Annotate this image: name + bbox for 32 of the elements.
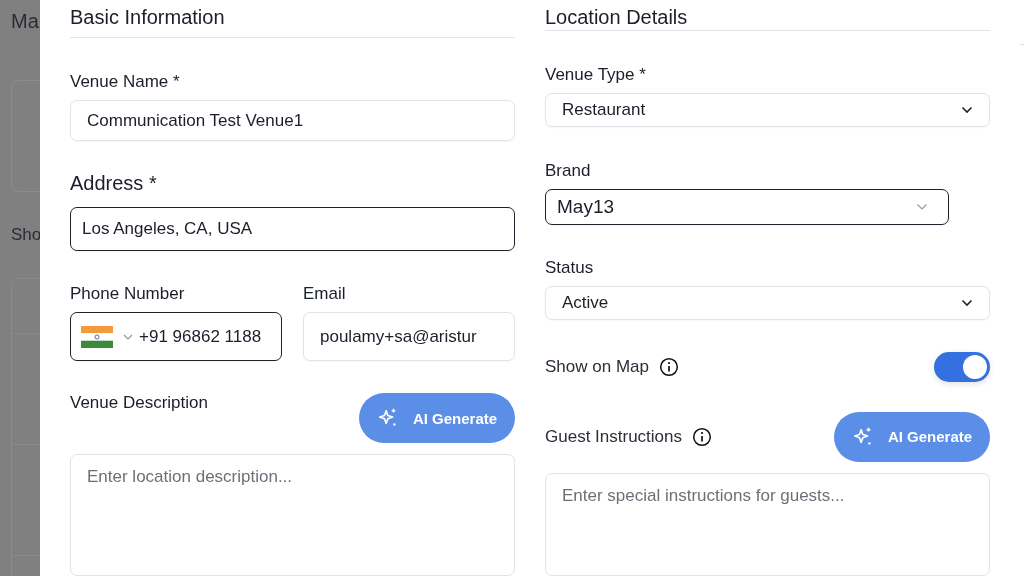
section-title: Basic Information xyxy=(70,6,225,29)
info-icon[interactable] xyxy=(658,356,679,377)
info-icon[interactable] xyxy=(692,426,712,447)
field-label: Guest Instructions xyxy=(545,426,682,447)
chevron-icon xyxy=(961,298,973,307)
field-label: Venue Type * xyxy=(545,64,646,85)
guest-instructions-field[interactable]: Enter special instructions for guests... xyxy=(545,472,990,576)
description-field[interactable]: Enter location description... xyxy=(70,454,515,576)
venue-type-select[interactable]: Restaurant xyxy=(545,92,990,127)
address-field[interactable]: Los Angeles, CA, USA xyxy=(70,207,515,252)
venue-name-field[interactable]: Communication Test Venue1 xyxy=(70,99,515,142)
chevron-icon xyxy=(916,202,928,211)
phone-field[interactable]: +91 96862 1188 xyxy=(70,312,282,362)
field-label: Show on Map xyxy=(545,356,649,377)
page-title: Ma xyxy=(11,10,39,33)
sparkle-icon xyxy=(851,425,874,448)
status-select[interactable]: Active xyxy=(545,285,990,320)
field-label: Venue Description xyxy=(70,393,208,414)
field-label: Brand xyxy=(545,160,591,181)
section-label: Sho xyxy=(11,225,40,245)
field-label: Email xyxy=(303,284,346,305)
chevron-icon xyxy=(961,105,973,114)
brand-select[interactable]: May13 xyxy=(545,188,949,225)
section-title: Location Details xyxy=(545,6,688,29)
field-label: Venue Name * xyxy=(70,71,180,92)
toggle-switch[interactable] xyxy=(934,351,990,382)
caret-icon xyxy=(123,333,133,340)
flag-icon[interactable] xyxy=(81,325,113,348)
field-label: Status xyxy=(545,257,594,278)
email-field[interactable]: poulamy+sa@aristur xyxy=(303,312,515,362)
field-label: Address * xyxy=(70,172,157,196)
field-label: Phone Number xyxy=(70,284,185,305)
